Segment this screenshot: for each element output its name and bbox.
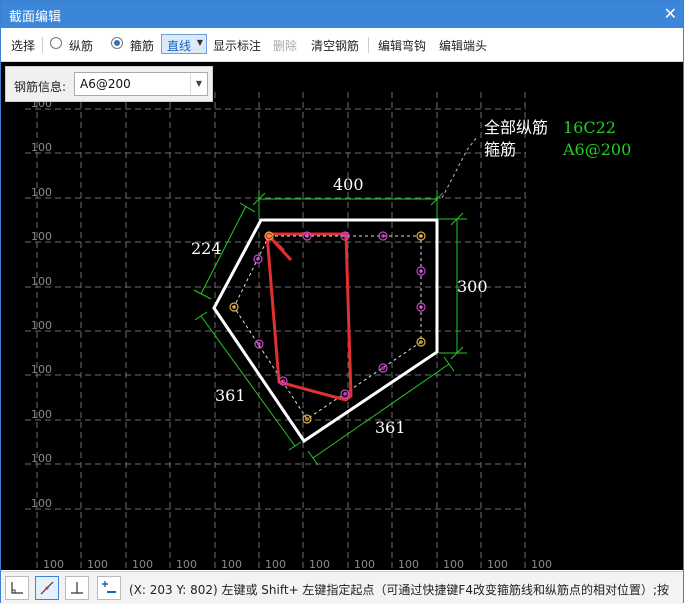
show-labels-button[interactable]: 显示标注 — [213, 37, 261, 54]
grid-label-bottom: 100 — [176, 558, 197, 570]
dim-left-upper-label: 224 — [191, 239, 222, 258]
status-bar: (X: 203 Y: 802) 左键或 Shift+ 左键指定起点（可通过快捷键… — [1, 571, 683, 604]
rebar-info-select[interactable]: A6@200 ▼ — [74, 72, 208, 96]
ortho-icon — [11, 582, 23, 594]
grid-label-bottom: 100 — [531, 558, 552, 570]
edit-hook-button[interactable]: 编辑弯钩 — [378, 37, 426, 54]
edit-end-button[interactable]: 编辑端头 — [439, 37, 487, 54]
window-title: 截面编辑 — [9, 10, 62, 25]
section-drawing: 100 100 100 100 100 100 100 100 100 100 100 100 100 1… — [25, 92, 631, 570]
dim-bottom-label: 361 — [375, 418, 406, 437]
grid-label-bottom: 100 — [354, 558, 375, 570]
grid-label-bottom: 100 — [398, 558, 419, 570]
add-point-icon — [102, 581, 116, 593]
stirrup-radio-label[interactable]: 箍筋 — [130, 37, 154, 54]
angle-line-icon — [40, 581, 54, 595]
grid-label-bottom: 100 — [487, 558, 508, 570]
grid-label-bottom: 100 — [265, 558, 286, 570]
grid-label-left: 100 — [31, 230, 52, 243]
grid-label-bottom: 100 — [221, 558, 242, 570]
grid-label-left: 100 — [31, 408, 52, 421]
grid-label-bottom: 100 — [87, 558, 108, 570]
section-edit-window: 截面编辑 ✕ 选择 纵筋 箍筋 直线 ▼ 显示标注 删除 清空钢筋 编辑弯钩 编… — [0, 0, 684, 604]
toolbar: 选择 纵筋 箍筋 直线 ▼ 显示标注 删除 清空钢筋 编辑弯钩 编辑端头 — [1, 29, 683, 62]
perpendicular-snap-button[interactable] — [65, 576, 89, 600]
chevron-down-icon[interactable]: ▼ — [190, 73, 207, 95]
line-mode-label: 直线 — [167, 39, 192, 53]
legend-stirrup-label: 箍筋 — [484, 140, 516, 159]
stirrup-radio[interactable] — [111, 37, 123, 49]
chevron-down-icon: ▼ — [196, 38, 203, 47]
toolbar-divider — [368, 37, 369, 53]
perpendicular-icon — [71, 582, 83, 594]
delete-button[interactable]: 删除 — [273, 37, 297, 54]
grid-label-left: 100 — [31, 275, 52, 288]
grid-labels: 100 100 100 100 100 100 100 100 100 100 100 100 100 1… — [31, 97, 552, 570]
dim-top-label: 400 — [333, 175, 364, 194]
grid-label-left: 100 — [31, 363, 52, 376]
rebar-info-panel: 钢筋信息: A6@200 ▼ — [5, 66, 213, 102]
dim-right-label: 300 — [457, 277, 488, 296]
close-icon[interactable]: ✕ — [664, 4, 677, 23]
grid-label-left: 100 — [31, 141, 52, 154]
grid-label-left: 100 — [31, 452, 52, 465]
line-mode-dropdown[interactable]: 直线 ▼ — [161, 34, 207, 54]
longitudinal-radio-label[interactable]: 纵筋 — [69, 37, 93, 54]
stirrup-guide — [233, 235, 422, 420]
rebar-info-label: 钢筋信息: — [14, 80, 67, 94]
legend-longitudinal-label: 全部纵筋 — [484, 118, 548, 137]
rebar-info-value: A6@200 — [80, 77, 131, 91]
drawing-canvas[interactable]: 100 100 100 100 100 100 100 100 100 100 100 100 100 1… — [1, 62, 683, 570]
grid-label-bottom: 100 — [443, 558, 464, 570]
grid-label-bottom: 100 — [309, 558, 330, 570]
grid-label-left: 100 — [31, 319, 52, 332]
toolbar-divider — [42, 37, 43, 53]
dim-left-lower-label: 361 — [215, 386, 246, 405]
add-point-button[interactable] — [97, 576, 121, 600]
clear-rebar-button[interactable]: 清空钢筋 — [311, 37, 359, 54]
title-bar: 截面编辑 ✕ — [1, 1, 683, 28]
grid-label-bottom: 100 — [43, 558, 64, 570]
legend-leader-line — [441, 136, 478, 199]
polar-mode-button[interactable] — [35, 576, 59, 600]
grid-label-bottom: 100 — [132, 558, 153, 570]
status-text: (X: 203 Y: 802) 左键或 Shift+ 左键指定起点（可通过快捷键… — [129, 583, 670, 597]
grid-label-left: 100 — [31, 186, 52, 199]
select-button[interactable]: 选择 — [11, 37, 35, 54]
legend-longitudinal-value: 16C22 — [563, 118, 616, 137]
grid-label-left: 100 — [31, 497, 52, 510]
legend-stirrup-value: A6@200 — [562, 140, 631, 159]
longitudinal-radio[interactable] — [50, 37, 62, 49]
ortho-mode-button[interactable] — [5, 576, 29, 600]
